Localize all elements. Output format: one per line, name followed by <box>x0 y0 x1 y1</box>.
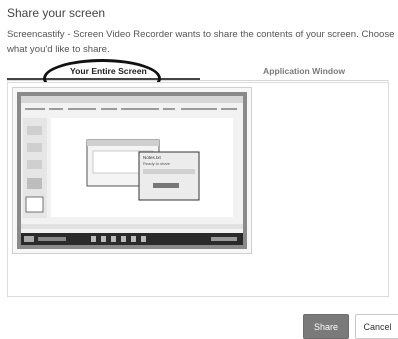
preview-popup-title: Notes.txt <box>143 155 162 160</box>
share-button[interactable]: Share <box>303 314 349 339</box>
preview-left-panel <box>23 118 47 218</box>
preview-taskbar <box>21 233 243 245</box>
preview-popup-subtitle: Ready to share <box>143 161 171 166</box>
cancel-button[interactable]: Cancel <box>355 314 398 339</box>
preview-toolbar <box>25 108 237 110</box>
screen-preview-frame: Notes.txt Ready to share <box>17 92 247 249</box>
screen-thumbnail[interactable]: Notes.txt Ready to share <box>12 87 252 254</box>
preview-statusbar <box>21 224 243 229</box>
preview-topbar <box>21 96 243 103</box>
active-tab-indicator <box>7 78 200 80</box>
preview-popup: Notes.txt Ready to share <box>138 151 200 201</box>
tab-entire-screen[interactable]: Your Entire Screen <box>70 66 147 76</box>
dialog-description: Screencastify - Screen Video Recorder wa… <box>7 29 395 55</box>
tab-application-window[interactable]: Application Window <box>263 66 345 76</box>
dialog-title: Share your screen <box>7 6 106 20</box>
screen-preview: Notes.txt Ready to share <box>21 96 243 245</box>
